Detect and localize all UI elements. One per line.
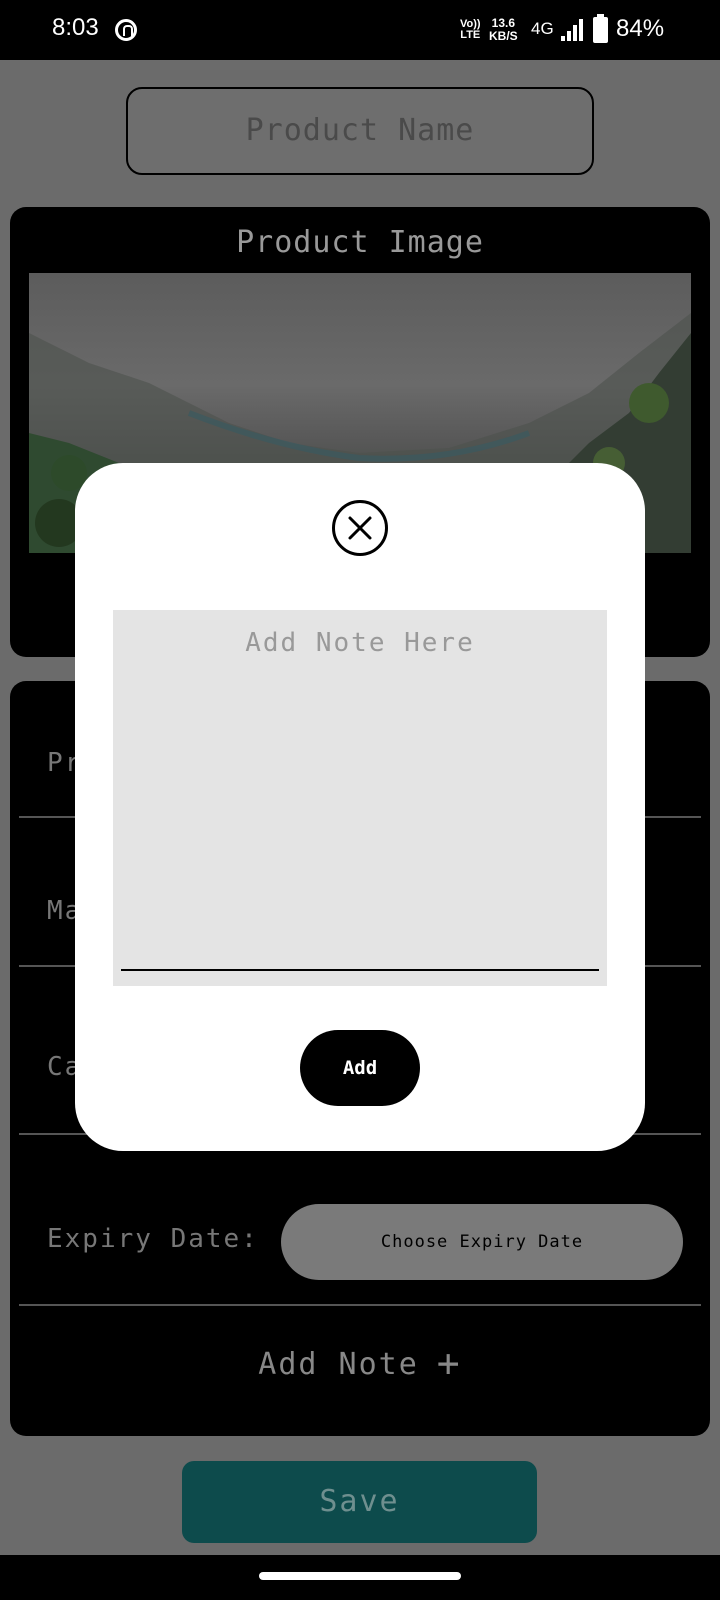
expiry-date-label: Expiry Date:	[47, 1224, 259, 1254]
choose-expiry-date-button[interactable]: Choose Expiry Date	[281, 1204, 683, 1280]
signal-icon	[561, 19, 583, 41]
status-time: 8:03	[52, 14, 99, 41]
volte-indicator: Vo)) LTE	[460, 18, 481, 41]
close-button[interactable]	[332, 500, 388, 556]
note-placeholder: Add Note Here	[245, 628, 475, 658]
plus-icon: +	[436, 1341, 462, 1385]
network-type: 4G	[531, 19, 554, 38]
add-button[interactable]: Add	[300, 1030, 420, 1106]
app-notification-icon	[115, 19, 137, 41]
add-note-label: Add Note	[258, 1347, 419, 1382]
add-note-dialog: Add Note Here Add	[75, 463, 645, 1151]
divider	[19, 1304, 701, 1306]
note-input[interactable]: Add Note Here	[113, 610, 607, 986]
battery-icon	[593, 14, 608, 43]
close-icon	[348, 516, 372, 540]
status-bar: 8:03 Vo)) LTE 13.6 KB/S 4G 84%	[0, 0, 720, 60]
network-speed: 13.6 KB/S	[489, 16, 518, 43]
battery-percent: 84%	[616, 15, 665, 42]
navigation-bar	[0, 1555, 720, 1600]
product-name-placeholder: Product Name	[245, 113, 475, 148]
product-name-input[interactable]: Product Name	[126, 87, 594, 175]
add-note-button[interactable]: Add Note +	[10, 1341, 710, 1385]
home-gesture-handle[interactable]	[259, 1572, 461, 1580]
product-image-title: Product Image	[236, 225, 484, 260]
save-button[interactable]: Save	[182, 1461, 537, 1543]
note-underline	[121, 969, 599, 971]
